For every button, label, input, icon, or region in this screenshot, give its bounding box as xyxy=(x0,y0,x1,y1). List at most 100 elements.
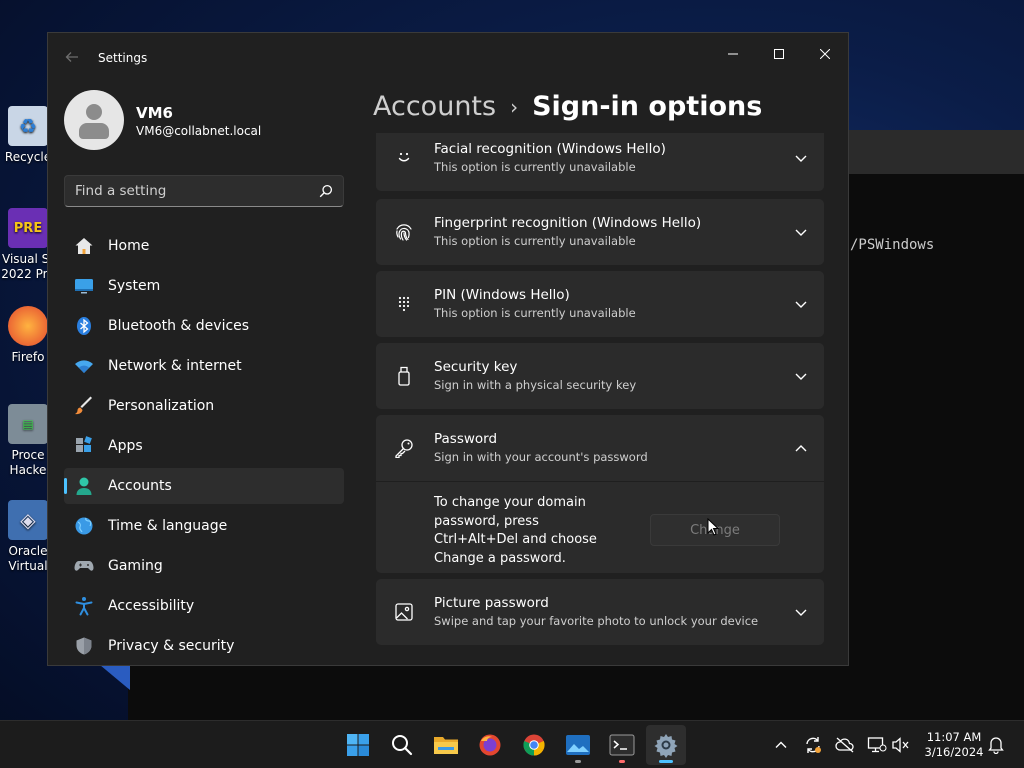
wifi-icon xyxy=(74,356,94,376)
minimize-icon xyxy=(728,53,738,55)
close-button[interactable] xyxy=(802,39,848,69)
taskbar-clock[interactable]: 11:07 AM 3/16/2024 xyxy=(918,730,990,760)
file-explorer-icon xyxy=(434,737,458,754)
option-fingerprint-recognition[interactable]: Fingerprint recognition (Windows Hello) … xyxy=(376,199,824,265)
photos-icon xyxy=(566,735,590,755)
accounts-icon xyxy=(74,476,94,496)
close-icon xyxy=(820,49,830,59)
virtualbox-icon: ◈ xyxy=(8,500,48,540)
file-explorer-button[interactable] xyxy=(426,725,466,765)
clock-date: 3/16/2024 xyxy=(924,745,984,759)
search-input[interactable] xyxy=(65,176,315,206)
start-icon xyxy=(347,734,369,756)
recycle-bin-icon: ♻ xyxy=(8,106,48,146)
terminal-button[interactable] xyxy=(602,725,642,765)
chrome-icon xyxy=(523,734,545,756)
sidebar-item-privacy-security[interactable]: Privacy & security xyxy=(64,628,344,664)
start-button[interactable] xyxy=(338,725,378,765)
minimize-button[interactable] xyxy=(710,39,756,69)
option-pin[interactable]: PIN (Windows Hello) This option is curre… xyxy=(376,271,824,337)
breadcrumb: Accounts › Sign-in options xyxy=(373,91,762,122)
sync-status-button[interactable] xyxy=(803,735,823,755)
photos-button[interactable] xyxy=(558,725,598,765)
breadcrumb-parent-accounts[interactable]: Accounts xyxy=(373,91,496,122)
chrome-button[interactable] xyxy=(514,725,554,765)
option-picture-password[interactable]: Picture password Swipe and tap your favo… xyxy=(376,579,824,645)
cloud-offline-icon xyxy=(835,737,854,753)
sidebar-item-apps[interactable]: Apps xyxy=(64,428,344,464)
option-facial-recognition[interactable]: Facial recognition (Windows Hello) This … xyxy=(376,133,824,191)
sidebar-nav: Home System Bluetooth & devices Network … xyxy=(64,228,344,665)
avatar[interactable] xyxy=(64,90,124,150)
chevron-up-icon[interactable] xyxy=(794,441,808,455)
accessibility-icon xyxy=(74,596,94,616)
notifications-button[interactable] xyxy=(986,735,1006,755)
chevron-down-icon[interactable] xyxy=(794,225,808,239)
settings-window: Settings VM6 VM6@collabnet.local Home xyxy=(47,32,849,666)
sidebar-item-gaming[interactable]: Gaming xyxy=(64,548,344,584)
gamepad-icon xyxy=(74,556,94,576)
sidebar-item-home[interactable]: Home xyxy=(64,228,344,264)
maximize-icon xyxy=(774,49,784,59)
taskbar: 11:07 AM 3/16/2024 xyxy=(0,720,1024,768)
chevron-down-icon[interactable] xyxy=(794,297,808,311)
maximize-button[interactable] xyxy=(756,39,802,69)
chevron-up-icon xyxy=(775,741,787,748)
network-status-button[interactable] xyxy=(867,735,887,755)
desktop-shape xyxy=(100,665,130,690)
chevron-down-icon[interactable] xyxy=(794,605,808,619)
sidebar-item-bluetooth[interactable]: Bluetooth & devices xyxy=(64,308,344,344)
taskbar-search-button[interactable] xyxy=(382,725,422,765)
terminal-output: /PSWindows xyxy=(850,237,935,253)
chevron-down-icon[interactable] xyxy=(794,369,808,383)
breadcrumb-separator: › xyxy=(510,94,519,119)
sidebar-item-accounts[interactable]: Accounts xyxy=(64,468,344,504)
home-icon xyxy=(74,236,94,256)
face-icon xyxy=(394,147,414,167)
option-password[interactable]: Password Sign in with your account's pas… xyxy=(376,415,824,481)
back-arrow-icon[interactable] xyxy=(64,49,80,65)
sign-in-options-list: Facial recognition (Windows Hello) This … xyxy=(376,133,824,665)
password-panel: To change your domain password, press Ct… xyxy=(376,481,824,573)
password-instructions: To change your domain password, press Ct… xyxy=(434,495,597,566)
sidebar-item-system[interactable]: System xyxy=(64,268,344,304)
search-icon xyxy=(392,735,413,756)
sidebar-item-network[interactable]: Network & internet xyxy=(64,348,344,384)
fingerprint-icon xyxy=(394,222,414,242)
clock-time: 11:07 AM xyxy=(926,730,982,744)
option-security-key[interactable]: Security key Sign in with a physical sec… xyxy=(376,343,824,409)
pin-icon xyxy=(394,294,414,314)
brush-icon xyxy=(74,396,94,416)
network-disconnected-icon xyxy=(867,737,887,753)
sidebar-item-accessibility[interactable]: Accessibility xyxy=(64,588,344,624)
show-hidden-icons-button[interactable] xyxy=(771,735,791,755)
firefox-icon xyxy=(479,734,501,756)
apps-icon xyxy=(74,436,94,456)
firefox-icon xyxy=(8,306,48,346)
settings-icon xyxy=(654,734,678,758)
chevron-down-icon[interactable] xyxy=(794,151,808,165)
window-title: Settings xyxy=(98,51,148,65)
shield-icon xyxy=(74,636,94,656)
sync-icon xyxy=(806,737,821,753)
process-hacker-icon: ▤ xyxy=(8,404,48,444)
volume-button[interactable] xyxy=(891,735,911,755)
sidebar-item-personalization[interactable]: Personalization xyxy=(64,388,344,424)
search-box[interactable] xyxy=(64,175,344,207)
search-icon[interactable] xyxy=(319,184,333,198)
visual-studio-icon: PRE xyxy=(8,208,48,248)
title-bar[interactable]: Settings xyxy=(48,33,848,81)
system-icon xyxy=(74,276,94,296)
globe-icon xyxy=(74,516,94,536)
sidebar-item-time-language[interactable]: Time & language xyxy=(64,508,344,544)
mouse-cursor-icon xyxy=(707,518,719,536)
user-name: VM6 xyxy=(136,104,173,122)
settings-button[interactable] xyxy=(646,725,686,765)
firefox-button[interactable] xyxy=(470,725,510,765)
bell-icon xyxy=(988,737,1004,754)
onedrive-status-button[interactable] xyxy=(835,735,855,755)
bluetooth-icon xyxy=(74,316,94,336)
page-title: Sign-in options xyxy=(532,91,763,122)
volume-muted-icon xyxy=(892,737,909,753)
picture-icon xyxy=(394,602,414,622)
